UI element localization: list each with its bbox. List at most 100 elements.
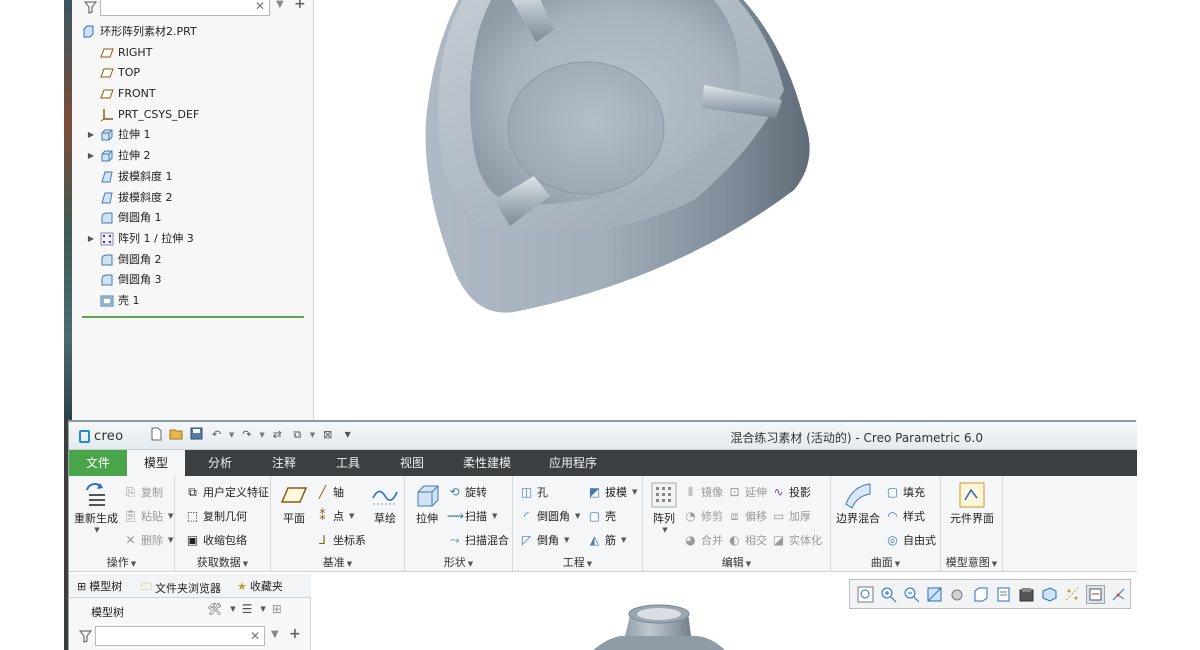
refit-icon[interactable] (856, 585, 875, 604)
fill-button[interactable]: ▢ 填充 (885, 484, 925, 500)
chamfer-button[interactable]: ◸ 倒角 ▼ (519, 532, 570, 548)
windows-icon[interactable]: ⧉ (290, 427, 305, 442)
tab-model-tree[interactable]: ⊞ 模型树 (77, 578, 122, 594)
add-icon[interactable]: + (294, 0, 306, 12)
pattern-dropdown-icon[interactable]: ▼ (649, 526, 681, 534)
clear-icon[interactable]: ✕ (255, 0, 265, 13)
delete-button[interactable]: ✕ 删除 ▼ (123, 532, 173, 548)
windows-dropdown-icon[interactable]: ▼ (310, 431, 315, 439)
tab-analysis[interactable]: 分析 (191, 450, 249, 476)
revolve-button[interactable]: ⟲ 旋转 (447, 484, 487, 500)
regenerate-icon[interactable]: ⇄ (270, 427, 285, 442)
section-icon[interactable] (1040, 585, 1059, 604)
round-dropdown-icon[interactable]: ▼ (575, 512, 580, 520)
paste-button[interactable]: 📋︎ 粘贴 ▼ (123, 508, 173, 524)
plane-button[interactable]: 平面 (275, 480, 313, 526)
boundary-blend-button[interactable]: 边界混合 (835, 480, 881, 526)
chamfer-dropdown-icon[interactable]: ▼ (564, 536, 569, 544)
swept-blend-button[interactable]: ⤳ 扫描混合 (447, 532, 509, 548)
spin-center-icon[interactable] (1109, 585, 1128, 604)
repaint-icon[interactable] (925, 585, 944, 604)
tree-item[interactable]: 倒圆角 2 (72, 250, 312, 271)
delete-dropdown-icon[interactable]: ▼ (168, 536, 173, 544)
rib-dropdown-icon[interactable]: ▼ (621, 536, 626, 544)
tree-item[interactable]: 拔模斜度 1 (72, 167, 312, 188)
tree-item[interactable]: ▶ 阵列 1 / 拉伸 3 (72, 229, 312, 250)
chevron-down-icon[interactable]: ▼ (276, 0, 284, 10)
tab-flexible-modeling[interactable]: 柔性建模 (449, 450, 525, 476)
tab-favorites[interactable]: ★ 收藏夹 (237, 578, 283, 594)
tree-insert-indicator[interactable] (82, 316, 304, 318)
tree-item[interactable]: PRT_CSYS_DEF (72, 105, 312, 126)
group-label-get-data[interactable]: 获取数据 ▼ (175, 554, 270, 570)
upper-graphics-window[interactable] (314, 0, 1200, 420)
intersect-button[interactable]: ◐ 相交 (727, 532, 767, 548)
copy-button[interactable]: ⎘ 复制 (123, 484, 163, 500)
group-label-model-intent[interactable]: 模型意图 ▼ (941, 554, 1002, 570)
tab-applications[interactable]: 应用程序 (535, 450, 611, 476)
point-dropdown-icon[interactable]: ▼ (349, 512, 354, 520)
paste-dropdown-icon[interactable]: ▼ (168, 512, 173, 520)
tree-item[interactable]: ▶ 拉伸 1 (72, 125, 312, 146)
tree-item[interactable]: 倒圆角 3 (72, 270, 312, 291)
round-button[interactable]: ◜ 倒圆角 ▼ (519, 508, 580, 524)
tree-item[interactable]: 拔模斜度 2 (72, 188, 312, 209)
component-interface-button[interactable]: 元件界面 (943, 480, 1001, 526)
view-manager-icon[interactable] (994, 585, 1013, 604)
group-label-surfaces[interactable]: 曲面 ▼ (831, 554, 940, 570)
save-icon[interactable] (189, 427, 204, 442)
csys-button[interactable]: ⅃ 坐标系 (315, 532, 366, 548)
group-label-engineering[interactable]: 工程 ▼ (513, 554, 642, 570)
tab-annotate[interactable]: 注释 (255, 450, 313, 476)
solidify-button[interactable]: ◪ 实体化 (771, 532, 822, 548)
group-label-datum[interactable]: 基准 ▼ (271, 554, 404, 570)
tree-item[interactable]: RIGHT (72, 43, 312, 64)
tree-columns-icon[interactable]: ☰ (242, 602, 253, 616)
offset-button[interactable]: ⧈ 偏移 (727, 508, 767, 524)
point-button[interactable]: ⁑ 点 ▼ (315, 508, 355, 524)
tree-settings-icon[interactable]: 🛠︎ (207, 602, 222, 616)
lower-chevron-down-icon[interactable]: ▼ (271, 629, 279, 640)
group-label-operations[interactable]: 操作 ▼ (69, 554, 174, 570)
shell-button[interactable]: ▢ 壳 (587, 508, 616, 524)
trim-button[interactable]: ◔ 修剪 (683, 508, 723, 524)
group-label-editing[interactable]: 编辑 ▼ (643, 554, 830, 570)
lower-graphics-window[interactable] (311, 574, 1137, 650)
regenerate-button[interactable]: 重新生成 ▼ (73, 480, 119, 534)
lower-filter-icon[interactable] (78, 630, 93, 644)
zoom-in-icon[interactable] (879, 585, 898, 604)
display-style-icon[interactable] (1017, 585, 1036, 604)
sweep-dropdown-icon[interactable]: ▼ (492, 512, 497, 520)
extrude-button[interactable]: 拉伸 (409, 480, 445, 526)
draft-button[interactable]: ◩ 拔模 ▼ (587, 484, 638, 500)
tree-item[interactable]: 倒圆角 1 (72, 208, 312, 229)
tree-item[interactable]: FRONT (72, 84, 312, 105)
tree-columns-dropdown-icon[interactable]: ▼ (260, 605, 265, 613)
hole-button[interactable]: ◫ 孔 (519, 484, 548, 500)
new-file-icon[interactable] (149, 427, 164, 442)
regenerate-dropdown-icon[interactable]: ▼ (75, 526, 119, 534)
tab-tools[interactable]: 工具 (319, 450, 377, 476)
saved-orientations-icon[interactable] (971, 585, 990, 604)
freestyle-button[interactable]: ◎ 自由式 (885, 532, 936, 548)
tree-item[interactable]: 壳 1 (72, 291, 312, 312)
udf-button[interactable]: ⧉ 用户定义特征 (185, 484, 269, 500)
rib-button[interactable]: ◭ 筋 ▼ (587, 532, 627, 548)
customize-qat-icon[interactable]: ▼ (340, 427, 355, 442)
tree-item[interactable]: TOP (72, 63, 312, 84)
sweep-button[interactable]: ⟿ 扫描 ▼ (447, 508, 497, 524)
pattern-button[interactable]: 阵列 ▼ (647, 480, 681, 534)
draft-dropdown-icon[interactable]: ▼ (632, 488, 637, 496)
lower-clear-icon[interactable]: ✕ (250, 629, 260, 643)
group-label-shapes[interactable]: 形状 ▼ (405, 554, 512, 570)
upper-tree-search-input[interactable]: ✕ (100, 0, 270, 16)
tree-settings-dropdown-icon[interactable]: ▼ (230, 605, 235, 613)
tree-item[interactable]: 环形阵列素材2.PRT (72, 22, 312, 43)
tree-filter-options-icon[interactable]: ⊞ (272, 602, 282, 616)
zoom-out-icon[interactable] (902, 585, 921, 604)
merge-button[interactable]: ◕ 合并 (683, 532, 723, 548)
undo-icon[interactable]: ↶ (209, 427, 224, 442)
tab-folder-browser[interactable]: 🗀︎ 文件夹浏览器 (141, 578, 221, 597)
tab-view[interactable]: 视图 (383, 450, 441, 476)
lower-add-icon[interactable]: + (289, 626, 301, 642)
